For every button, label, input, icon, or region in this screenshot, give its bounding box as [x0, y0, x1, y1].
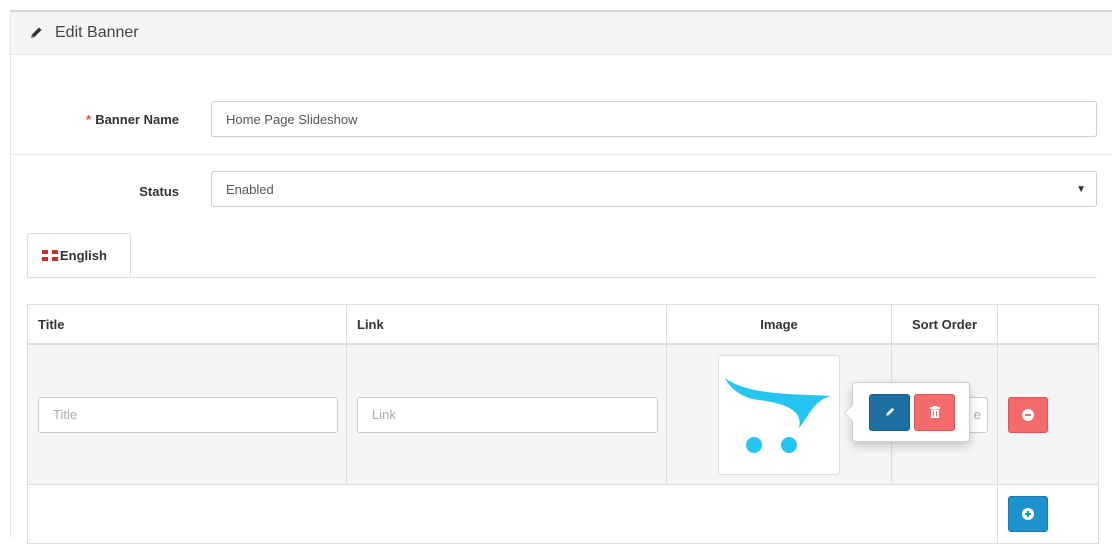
column-header-actions	[997, 304, 1099, 345]
required-mark: *	[86, 112, 92, 127]
table-header-row: Title Link Image Sort Order	[27, 304, 1099, 345]
uk-flag-icon	[42, 249, 58, 261]
link-input[interactable]: Link	[357, 396, 658, 433]
banner-name-label-text: Banner Name	[95, 112, 179, 127]
add-row	[27, 484, 1099, 544]
language-tabs: English	[27, 233, 1097, 278]
banner-name-row: * Banner Name Home Page Slideshow	[11, 66, 1112, 155]
column-header-image: Image	[666, 304, 892, 345]
tab-english-label: English	[60, 247, 107, 263]
banner-name-input[interactable]: Home Page Slideshow	[211, 101, 1097, 137]
delete-image-button[interactable]	[914, 393, 955, 431]
status-selected-value: Enabled	[226, 181, 274, 197]
edit-image-button[interactable]	[869, 393, 910, 431]
image-actions-popover	[844, 382, 970, 442]
trash-icon	[929, 406, 940, 418]
title-cell: Title	[27, 343, 347, 485]
banner-image-thumbnail[interactable]	[718, 354, 840, 475]
column-header-title: Title	[27, 304, 347, 345]
plus-circle-icon	[1022, 508, 1034, 520]
add-banner-image-button[interactable]	[1008, 496, 1048, 532]
add-row-spacer	[27, 484, 998, 544]
edit-banner-panel: Edit Banner * Banner Name Home Page Slide…	[10, 10, 1112, 544]
popover-arrow	[844, 404, 853, 422]
banner-name-label: * Banner Name	[86, 112, 179, 127]
column-header-sort-order: Sort Order	[891, 304, 998, 345]
tab-english[interactable]: English	[27, 233, 131, 277]
column-header-link: Link	[346, 304, 667, 345]
add-cell	[997, 484, 1099, 544]
status-select[interactable]: Enabled ▼	[211, 171, 1097, 207]
status-row: Status Enabled ▼	[11, 155, 1112, 225]
page-title: Edit Banner	[55, 24, 139, 41]
minus-circle-icon	[1022, 408, 1034, 421]
opencart-cart-logo	[725, 377, 831, 453]
status-label: Status	[139, 184, 179, 199]
chevron-down-icon: ▼	[1076, 183, 1086, 195]
remove-row-button[interactable]	[1008, 396, 1048, 433]
title-input[interactable]: Title	[38, 396, 338, 433]
remove-cell	[997, 343, 1099, 485]
panel-heading: Edit Banner	[11, 12, 1112, 55]
link-cell: Link	[346, 343, 667, 485]
pencil-icon	[885, 407, 894, 416]
pencil-icon	[28, 25, 44, 41]
